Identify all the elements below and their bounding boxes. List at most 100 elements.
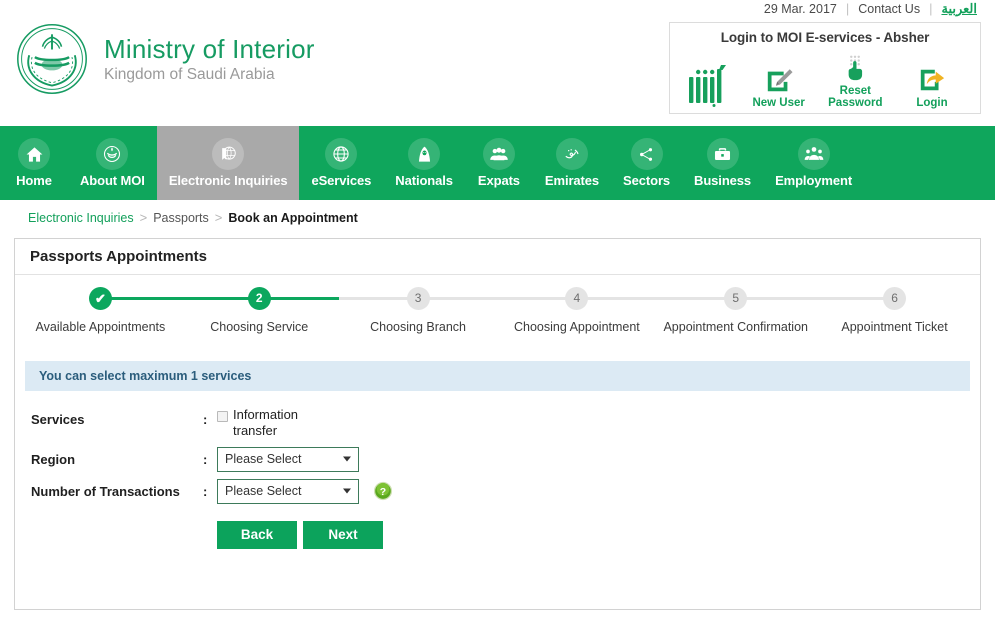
absher-login-label: Login [916,97,948,109]
transactions-label: Number of Transactions [31,483,180,499]
sectors-network-icon [630,138,663,170]
business-briefcase-icon [706,138,739,170]
utility-bar: 29 Mar. 2017 | Contact Us | العربية [755,0,981,17]
appointment-form: Services : Information transfer Region :… [31,407,980,549]
nav-label-nationals: Nationals [395,173,453,188]
breadcrumb-separator-1: > [214,210,223,225]
next-button[interactable]: Next [303,520,383,549]
site-logo[interactable]: Ministry of Interior Kingdom of Saudi Ar… [14,21,315,97]
help-question-icon[interactable]: ? [373,481,393,501]
nav-label-eservices: eServices [311,173,372,188]
step-circle-1: ✔ [88,287,112,310]
absher-title: Login to MOI E-services - Absher [720,30,930,45]
nav-item-business[interactable]: Business [682,126,763,200]
nav-item-electronic-inquiries[interactable]: Electronic Inquiries [156,126,300,200]
region-label: Region [31,451,76,467]
stepper-steps: ✔ Available Appointments 2 Choosing Serv… [21,287,974,334]
services-field: Information transfer [217,407,299,440]
employment-group-icon [797,138,830,170]
login-arrow-icon [894,60,970,94]
information-transfer-label: Information transfer [233,407,299,439]
information-transfer-checkbox-wrap[interactable]: Information transfer [217,407,299,440]
nav-item-employment[interactable]: Employment [763,126,864,200]
breadcrumb-separator-0: > [139,210,148,225]
form-buttons: Back Next [217,520,980,549]
nav-item-home[interactable]: Home [0,126,68,200]
step-circle-6: 6 [883,287,907,310]
step-6-appointment-ticket[interactable]: 6 Appointment Ticket [815,287,974,334]
step-circle-2: 2 [247,287,271,310]
nav-label-home: Home [16,173,52,188]
passports-appointments-panel: Passports Appointments ✔ Available Appoi… [14,238,981,610]
form-row-transactions: Number of Transactions : Please Select ? [31,478,980,504]
region-select-value: Please Select [225,452,302,467]
ministry-subtitle: Kingdom of Saudi Arabia [104,65,275,83]
step-4-choosing-appointment[interactable]: 4 Choosing Appointment [497,287,657,334]
nav-label-about-moi: About MOI [80,173,145,188]
step-1-available-appointments[interactable]: ✔ Available Appointments [21,287,180,334]
nav-item-eservices[interactable]: eServices [299,126,383,200]
chevron-down-icon [343,456,351,462]
region-select[interactable]: Please Select [217,446,359,472]
step-5-appointment-confirmation[interactable]: 5 Appointment Confirmation [656,287,816,334]
step-connector-1 [100,297,180,300]
contact-us-link[interactable]: Contact Us [849,2,929,16]
nationals-person-icon [408,138,441,170]
transactions-colon: : [203,483,208,499]
services-label: Services [31,412,85,427]
transactions-select[interactable]: Please Select [217,478,359,504]
nav-item-nationals[interactable]: Nationals [383,126,465,200]
step-label-4: Choosing Appointment [514,320,640,334]
services-colon: : [203,412,208,427]
absher-logo-icon [678,65,740,109]
transactions-field: Please Select ? [217,478,393,504]
electronic-inquiries-globe-icon [212,138,245,170]
logo-text-block: Ministry of Interior Kingdom of Saudi Ar… [104,35,315,82]
form-row-services: Services : Information transfer [31,407,980,440]
current-date: 29 Mar. 2017 [763,1,837,16]
absher-items: New User Reset Password Login [670,45,980,109]
nav-label-emirates: Emirates [544,173,600,188]
step-3-choosing-branch[interactable]: 3 Choosing Branch [338,287,498,334]
region-colon: : [203,451,208,467]
absher-login[interactable]: Login [894,60,970,109]
about-moi-emblem-icon [96,138,129,170]
form-row-region: Region : Please Select [31,446,980,472]
reset-password-hand-keypad-icon [817,48,893,82]
step-label-2: Choosing Service [210,320,309,334]
step-2-choosing-service[interactable]: 2 Choosing Service [179,287,339,334]
information-transfer-checkbox[interactable] [217,411,228,422]
back-button[interactable]: Back [217,520,297,549]
expats-people-icon [482,138,515,170]
breadcrumb-item-0[interactable]: Electronic Inquiries [28,211,134,225]
appointment-stepper: ✔ Available Appointments 2 Choosing Serv… [21,287,974,359]
absher-login-box: Login to MOI E-services - Absher New Use… [669,22,981,114]
main-navigation: Home About MOI Electronic Inquiries eSer… [0,126,995,200]
step-label-1: Available Appointments [35,320,166,334]
nav-item-sectors[interactable]: Sectors [611,126,682,200]
step-circle-3: 3 [406,287,430,310]
absher-new-user-label: New User [752,97,805,109]
absher-new-user[interactable]: New User [741,60,817,109]
nav-item-expats[interactable]: Expats [465,126,533,200]
nav-label-expats: Expats [477,173,520,188]
ministry-title: Ministry of Interior [104,34,315,65]
nav-item-emirates[interactable]: Emirates [533,126,611,200]
breadcrumb-item-current: Book an Appointment [228,210,358,225]
breadcrumb: Electronic Inquiries > Passports > Book … [28,210,358,225]
page-root: 29 Mar. 2017 | Contact Us | العربية Mini… [0,0,995,643]
arabic-language-link[interactable]: العربية [932,1,981,17]
nav-label-sectors: Sectors [623,173,671,188]
new-user-pencil-icon [741,60,817,94]
svg-text:?: ? [380,487,386,498]
site-header: Ministry of Interior Kingdom of Saudi Ar… [0,17,995,122]
breadcrumb-item-1[interactable]: Passports [153,211,209,225]
eservices-globe-icon [325,138,358,170]
absher-reset-password-label: Reset Password [828,85,883,109]
transactions-select-value: Please Select [225,484,302,499]
chevron-down-icon [343,488,351,494]
home-icon [18,138,50,170]
step-label-3: Choosing Branch [370,320,467,334]
absher-reset-password[interactable]: Reset Password [817,48,893,109]
nav-item-about-moi[interactable]: About MOI [68,126,157,200]
